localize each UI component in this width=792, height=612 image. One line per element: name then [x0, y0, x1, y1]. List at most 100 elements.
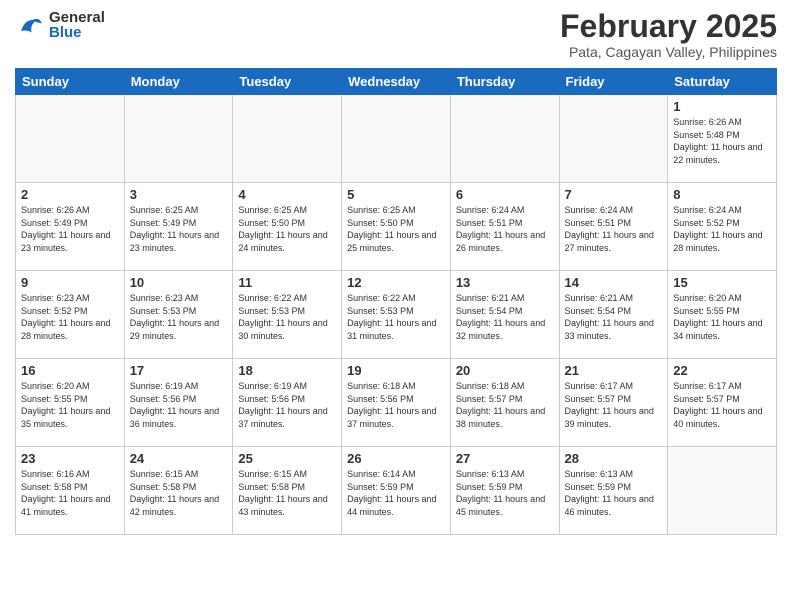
day-info: Sunrise: 6:15 AMSunset: 5:58 PMDaylight:… — [130, 468, 228, 518]
day-info: Sunrise: 6:13 AMSunset: 5:59 PMDaylight:… — [456, 468, 554, 518]
day-info: Sunrise: 6:23 AMSunset: 5:52 PMDaylight:… — [21, 292, 119, 342]
header: General Blue February 2025 Pata, Cagayan… — [15, 10, 777, 60]
day-info: Sunrise: 6:19 AMSunset: 5:56 PMDaylight:… — [130, 380, 228, 430]
day-info: Sunrise: 6:25 AMSunset: 5:50 PMDaylight:… — [238, 204, 336, 254]
day-number: 24 — [130, 451, 228, 466]
calendar-cell: 16 Sunrise: 6:20 AMSunset: 5:55 PMDayligh… — [16, 359, 125, 447]
calendar-cell: 25Sunrise: 6:15 AMSunset: 5:58 PMDayligh… — [233, 447, 342, 535]
calendar-cell: 4 Sunrise: 6:25 AMSunset: 5:50 PMDaylight… — [233, 183, 342, 271]
calendar-cell — [342, 95, 451, 183]
calendar-cell: 10 Sunrise: 6:23 AMSunset: 5:53 PMDayligh… — [124, 271, 233, 359]
calendar-cell: 14 Sunrise: 6:21 AMSunset: 5:54 PMDayligh… — [559, 271, 668, 359]
day-info: Sunrise: 6:17 AMSunset: 5:57 PMDaylight:… — [673, 380, 771, 430]
calendar-cell: 26Sunrise: 6:14 AMSunset: 5:59 PMDayligh… — [342, 447, 451, 535]
calendar-cell: 23 Sunrise: 6:16 AMSunset: 5:58 PMDayligh… — [16, 447, 125, 535]
location: Pata, Cagayan Valley, Philippines — [560, 44, 777, 60]
calendar-cell: 5 Sunrise: 6:25 AMSunset: 5:50 PMDaylight… — [342, 183, 451, 271]
day-info: Sunrise: 6:20 AMSunset: 5:55 PMDaylight:… — [673, 292, 771, 342]
calendar-cell: 19Sunrise: 6:18 AMSunset: 5:56 PMDayligh… — [342, 359, 451, 447]
day-info: Sunrise: 6:25 AMSunset: 5:49 PMDaylight:… — [130, 204, 228, 254]
calendar-cell — [233, 95, 342, 183]
day-info: Sunrise: 6:26 AMSunset: 5:49 PMDaylight:… — [21, 204, 119, 254]
day-info: Sunrise: 6:21 AMSunset: 5:54 PMDaylight:… — [565, 292, 663, 342]
calendar-cell: 11Sunrise: 6:22 AMSunset: 5:53 PMDayligh… — [233, 271, 342, 359]
day-number: 8 — [673, 187, 771, 202]
day-number: 9 — [21, 275, 119, 290]
day-number: 22 — [673, 363, 771, 378]
calendar-cell: 8Sunrise: 6:24 AMSunset: 5:52 PMDaylight… — [668, 183, 777, 271]
day-number: 3 — [130, 187, 228, 202]
calendar-table: SundayMondayTuesdayWednesdayThursdayFrid… — [15, 68, 777, 535]
week-row-5: 23 Sunrise: 6:16 AMSunset: 5:58 PMDayligh… — [16, 447, 777, 535]
day-info: Sunrise: 6:22 AMSunset: 5:53 PMDaylight:… — [347, 292, 445, 342]
calendar-cell: 15 Sunrise: 6:20 AMSunset: 5:55 PMDayligh… — [668, 271, 777, 359]
calendar-cell: 21 Sunrise: 6:17 AMSunset: 5:57 PMDayligh… — [559, 359, 668, 447]
day-info: Sunrise: 6:22 AMSunset: 5:53 PMDaylight:… — [238, 292, 336, 342]
day-info: Sunrise: 6:17 AMSunset: 5:57 PMDaylight:… — [565, 380, 663, 430]
calendar-cell: 1Sunrise: 6:26 AMSunset: 5:48 PMDaylight… — [668, 95, 777, 183]
day-number: 13 — [456, 275, 554, 290]
month-title: February 2025 — [560, 10, 777, 42]
calendar-cell — [124, 95, 233, 183]
day-info: Sunrise: 6:21 AMSunset: 5:54 PMDaylight:… — [456, 292, 554, 342]
day-number: 18 — [238, 363, 336, 378]
calendar-cell: 20 Sunrise: 6:18 AMSunset: 5:57 PMDayligh… — [450, 359, 559, 447]
day-number: 12 — [347, 275, 445, 290]
day-info: Sunrise: 6:20 AMSunset: 5:55 PMDaylight:… — [21, 380, 119, 430]
title-area: February 2025 Pata, Cagayan Valley, Phil… — [560, 10, 777, 60]
calendar-cell: 17 Sunrise: 6:19 AMSunset: 5:56 PMDayligh… — [124, 359, 233, 447]
calendar-cell: 28Sunrise: 6:13 AMSunset: 5:59 PMDayligh… — [559, 447, 668, 535]
col-header-monday: Monday — [124, 69, 233, 95]
logo-general: General — [49, 10, 105, 25]
calendar-cell: 7Sunrise: 6:24 AMSunset: 5:51 PMDaylight… — [559, 183, 668, 271]
col-header-tuesday: Tuesday — [233, 69, 342, 95]
week-row-3: 9 Sunrise: 6:23 AMSunset: 5:52 PMDaylight… — [16, 271, 777, 359]
page-container: General Blue February 2025 Pata, Cagayan… — [0, 0, 792, 545]
logo: General Blue — [15, 10, 105, 40]
week-row-1: 1Sunrise: 6:26 AMSunset: 5:48 PMDaylight… — [16, 95, 777, 183]
day-number: 23 — [21, 451, 119, 466]
day-info: Sunrise: 6:18 AMSunset: 5:57 PMDaylight:… — [456, 380, 554, 430]
day-number: 2 — [21, 187, 119, 202]
day-info: Sunrise: 6:23 AMSunset: 5:53 PMDaylight:… — [130, 292, 228, 342]
day-number: 4 — [238, 187, 336, 202]
day-number: 5 — [347, 187, 445, 202]
day-number: 1 — [673, 99, 771, 114]
col-header-wednesday: Wednesday — [342, 69, 451, 95]
calendar-header-row: SundayMondayTuesdayWednesdayThursdayFrid… — [16, 69, 777, 95]
calendar-cell: 12 Sunrise: 6:22 AMSunset: 5:53 PMDayligh… — [342, 271, 451, 359]
calendar-cell: 6 Sunrise: 6:24 AMSunset: 5:51 PMDaylight… — [450, 183, 559, 271]
day-number: 14 — [565, 275, 663, 290]
day-number: 15 — [673, 275, 771, 290]
calendar-cell — [16, 95, 125, 183]
day-info: Sunrise: 6:24 AMSunset: 5:51 PMDaylight:… — [565, 204, 663, 254]
calendar-cell: 24 Sunrise: 6:15 AMSunset: 5:58 PMDayligh… — [124, 447, 233, 535]
calendar-cell: 2 Sunrise: 6:26 AMSunset: 5:49 PMDaylight… — [16, 183, 125, 271]
logo-blue: Blue — [49, 25, 105, 40]
day-number: 20 — [456, 363, 554, 378]
calendar-cell: 18Sunrise: 6:19 AMSunset: 5:56 PMDayligh… — [233, 359, 342, 447]
day-info: Sunrise: 6:25 AMSunset: 5:50 PMDaylight:… — [347, 204, 445, 254]
calendar-cell: 22 Sunrise: 6:17 AMSunset: 5:57 PMDayligh… — [668, 359, 777, 447]
col-header-saturday: Saturday — [668, 69, 777, 95]
calendar-cell: 9 Sunrise: 6:23 AMSunset: 5:52 PMDaylight… — [16, 271, 125, 359]
day-number: 6 — [456, 187, 554, 202]
day-number: 17 — [130, 363, 228, 378]
col-header-thursday: Thursday — [450, 69, 559, 95]
logo-icon — [15, 10, 45, 40]
day-info: Sunrise: 6:14 AMSunset: 5:59 PMDaylight:… — [347, 468, 445, 518]
calendar-cell: 3 Sunrise: 6:25 AMSunset: 5:49 PMDaylight… — [124, 183, 233, 271]
day-number: 10 — [130, 275, 228, 290]
col-header-friday: Friday — [559, 69, 668, 95]
calendar-cell — [559, 95, 668, 183]
calendar-cell — [668, 447, 777, 535]
day-info: Sunrise: 6:16 AMSunset: 5:58 PMDaylight:… — [21, 468, 119, 518]
calendar-cell: 13 Sunrise: 6:21 AMSunset: 5:54 PMDayligh… — [450, 271, 559, 359]
col-header-sunday: Sunday — [16, 69, 125, 95]
day-number: 16 — [21, 363, 119, 378]
calendar-cell — [450, 95, 559, 183]
logo-text: General Blue — [49, 10, 105, 40]
day-number: 25 — [238, 451, 336, 466]
day-info: Sunrise: 6:24 AMSunset: 5:51 PMDaylight:… — [456, 204, 554, 254]
day-number: 21 — [565, 363, 663, 378]
